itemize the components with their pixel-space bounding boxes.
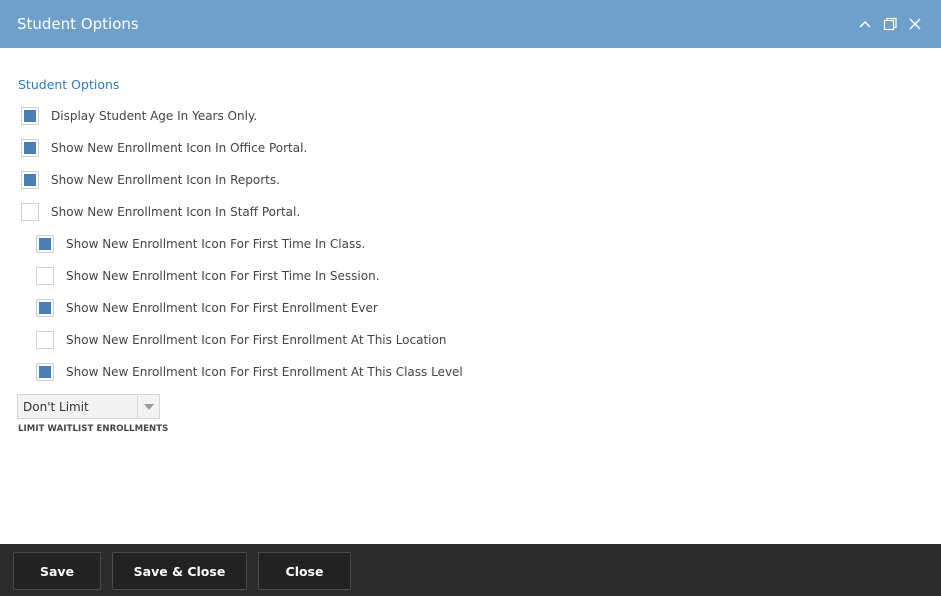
option-label: Show New Enrollment Icon In Reports. — [51, 173, 280, 187]
option-label: Show New Enrollment Icon For First Enrol… — [66, 333, 447, 347]
checkbox[interactable] — [21, 107, 39, 125]
checkbox[interactable] — [21, 203, 39, 221]
option-label: Show New Enrollment Icon For First Enrol… — [66, 365, 463, 379]
checkbox[interactable] — [21, 139, 39, 157]
checkbox-checked-mark — [39, 238, 51, 250]
checkbox[interactable] — [36, 363, 54, 381]
section-title: Student Options — [18, 77, 120, 92]
option-first-time-in-session[interactable]: Show New Enrollment Icon For First Time … — [36, 266, 380, 286]
option-label: Show New Enrollment Icon For First Time … — [66, 237, 366, 251]
waitlist-limit-select[interactable]: Don't Limit — [17, 394, 160, 419]
close-button[interactable]: Close — [258, 552, 351, 590]
save-button[interactable]: Save — [13, 552, 101, 590]
option-icon-staff-portal[interactable]: Show New Enrollment Icon In Staff Portal… — [21, 202, 300, 222]
checkbox[interactable] — [36, 299, 54, 317]
checkbox[interactable] — [36, 267, 54, 285]
chevron-up-icon[interactable] — [857, 16, 873, 32]
checkbox[interactable] — [36, 235, 54, 253]
option-label: Show New Enrollment Icon For First Enrol… — [66, 301, 378, 315]
checkbox-checked-mark — [39, 302, 51, 314]
option-label: Show New Enrollment Icon For First Time … — [66, 269, 380, 283]
checkbox-checked-mark — [24, 174, 36, 186]
option-first-time-in-class[interactable]: Show New Enrollment Icon For First Time … — [36, 234, 365, 254]
waitlist-limit-label: LIMIT WAITLIST ENROLLMENTS — [18, 424, 169, 434]
option-label: Show New Enrollment Icon In Staff Portal… — [51, 205, 301, 219]
dropdown-arrow-icon[interactable] — [137, 395, 159, 418]
option-first-enrollment-ever[interactable]: Show New Enrollment Icon For First Enrol… — [36, 298, 378, 318]
option-first-enrollment-class-level[interactable]: Show New Enrollment Icon For First Enrol… — [36, 362, 463, 382]
save-close-button[interactable]: Save & Close — [112, 552, 247, 590]
dialog-title: Student Options — [17, 15, 139, 33]
select-value: Don't Limit — [23, 400, 89, 414]
dialog-footer: Save Save & Close Close — [0, 544, 941, 596]
option-label: Show New Enrollment Icon In Office Porta… — [51, 141, 308, 155]
option-first-enrollment-location[interactable]: Show New Enrollment Icon For First Enrol… — [36, 330, 446, 350]
maximize-icon[interactable] — [882, 16, 898, 32]
checkbox[interactable] — [36, 331, 54, 349]
option-display-age-years[interactable]: Display Student Age In Years Only. — [21, 106, 257, 126]
checkbox[interactable] — [21, 171, 39, 189]
option-icon-reports[interactable]: Show New Enrollment Icon In Reports. — [21, 170, 280, 190]
checkbox-checked-mark — [39, 366, 51, 378]
checkbox-checked-mark — [24, 110, 36, 122]
close-icon[interactable] — [907, 16, 923, 32]
checkbox-checked-mark — [24, 142, 36, 154]
option-label: Display Student Age In Years Only. — [51, 109, 258, 123]
option-icon-office-portal[interactable]: Show New Enrollment Icon In Office Porta… — [21, 138, 307, 158]
dialog-titlebar: Student Options — [0, 0, 941, 48]
